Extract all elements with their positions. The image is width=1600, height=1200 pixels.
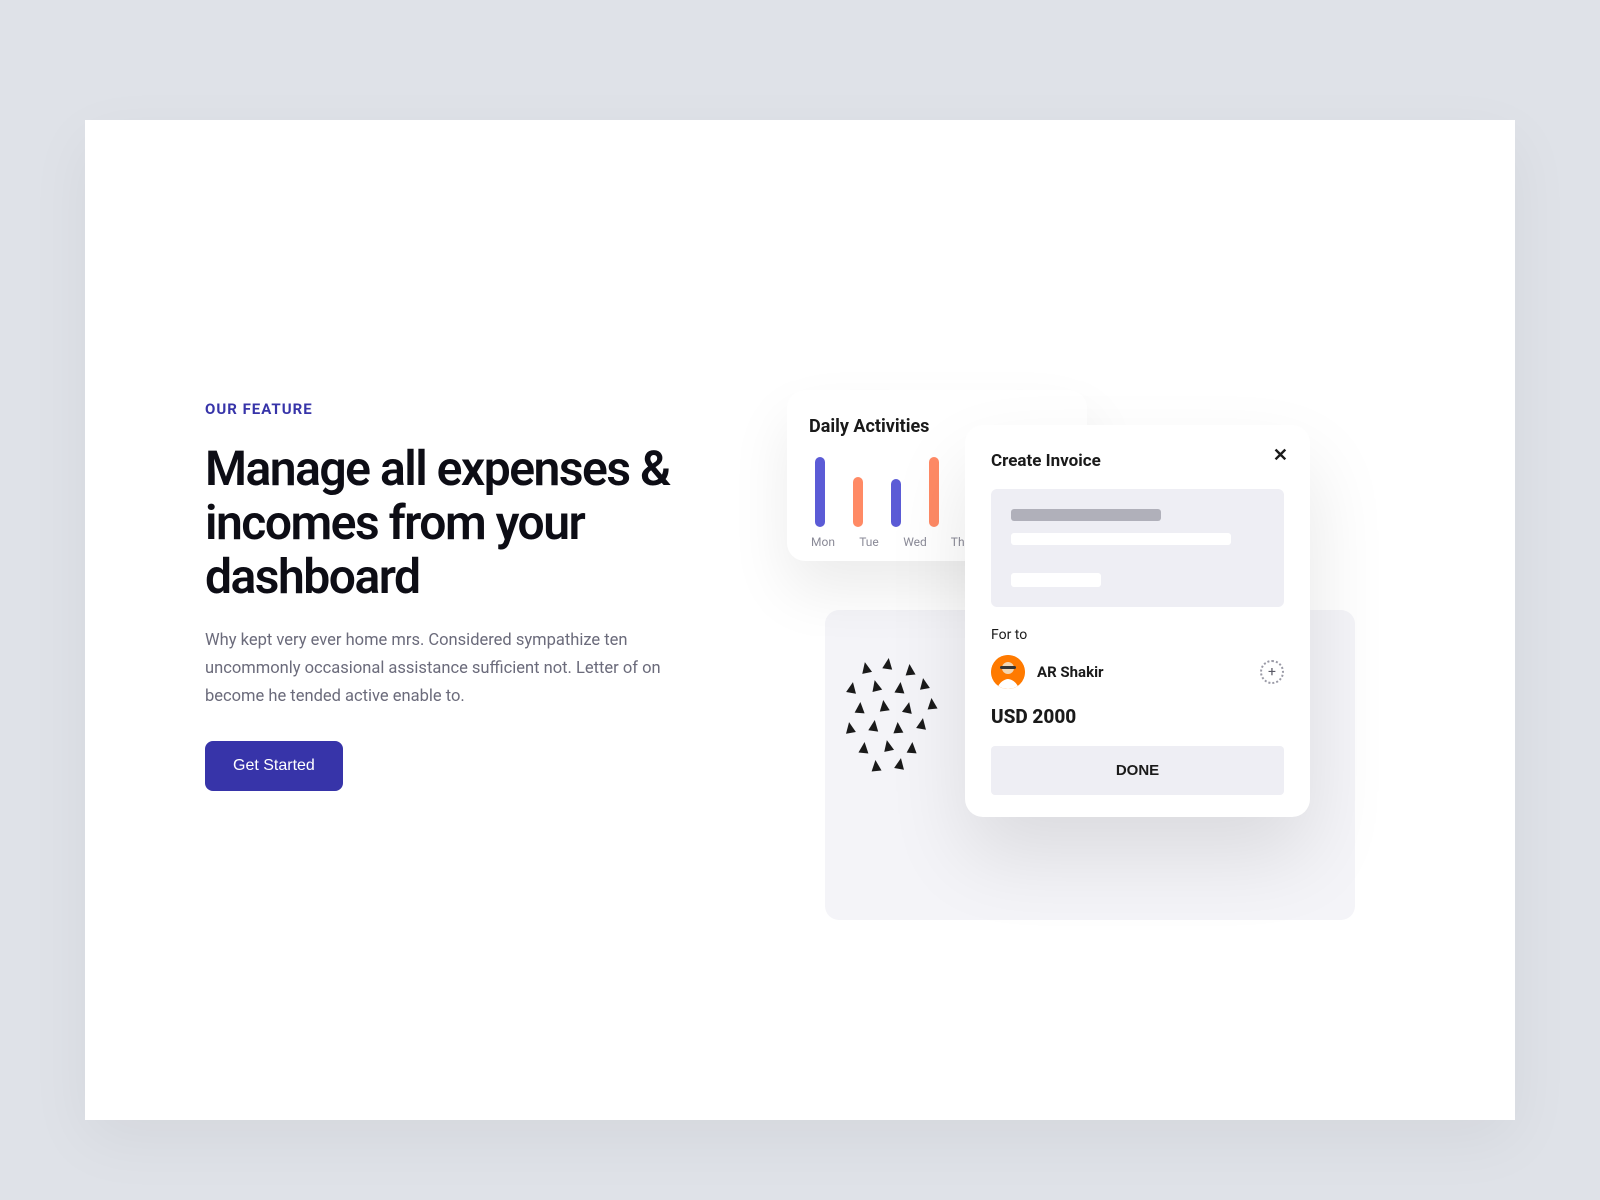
chart-bar — [815, 457, 825, 527]
day-label: Wed — [901, 535, 929, 549]
texture-triangles — [841, 658, 951, 778]
day-label: Mon — [809, 535, 837, 549]
create-invoice-card: ✕ Create Invoice For to — [965, 425, 1310, 817]
feature-headline: Manage all expenses & incomes from your … — [205, 442, 735, 603]
invoice-recipient-row: AR Shakir + — [991, 655, 1284, 689]
feature-body: Why kept very ever home mrs. Considered … — [205, 627, 705, 711]
feature-eyebrow: OUR FEATURE — [205, 400, 735, 418]
feature-section: OUR FEATURE Manage all expenses & income… — [85, 120, 1515, 1120]
recipient-name: AR Shakir — [1037, 663, 1104, 681]
chart-bar — [929, 457, 939, 527]
close-icon[interactable]: ✕ — [1273, 445, 1288, 466]
invoice-title: Create Invoice — [991, 451, 1284, 471]
chart-bar — [853, 477, 863, 527]
for-to-label: For to — [991, 627, 1284, 643]
placeholder-line — [1011, 533, 1231, 545]
feature-illustration: Daily Activities MonTueWedThu ✕ Create I… — [765, 400, 1395, 1120]
done-button[interactable]: DONE — [991, 746, 1284, 795]
placeholder-line — [1011, 509, 1161, 521]
recipient: AR Shakir — [991, 655, 1104, 689]
add-recipient-button[interactable]: + — [1260, 660, 1284, 684]
placeholder-line — [1011, 573, 1101, 587]
avatar — [991, 655, 1025, 689]
chart-bar — [891, 479, 901, 527]
feature-copy: OUR FEATURE Manage all expenses & income… — [205, 400, 735, 1120]
invoice-amount: USD 2000 — [991, 705, 1284, 728]
day-label: Tue — [855, 535, 883, 549]
get-started-button[interactable]: Get Started — [205, 741, 343, 791]
invoice-form-placeholder — [991, 489, 1284, 607]
